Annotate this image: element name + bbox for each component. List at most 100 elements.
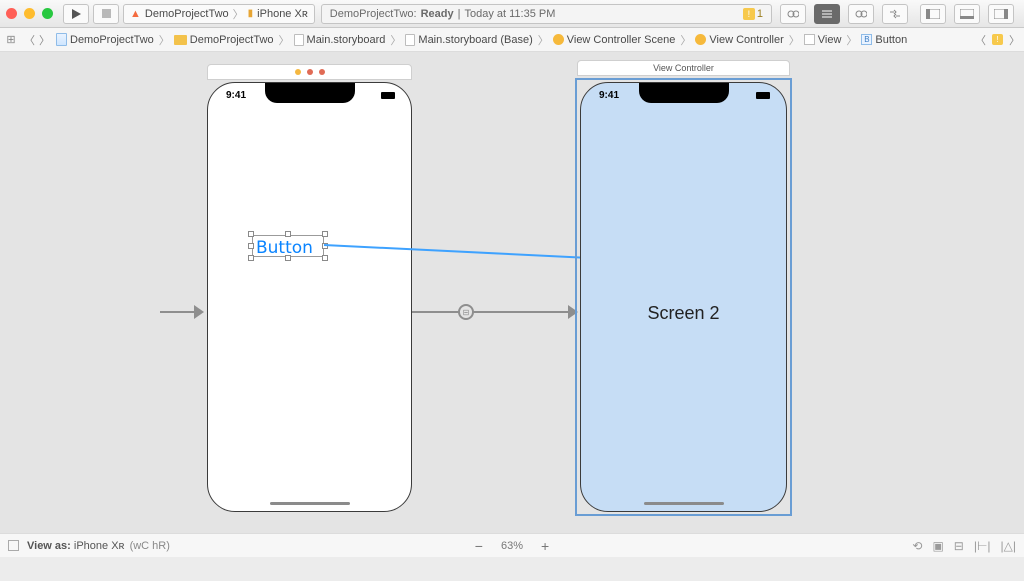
battery-icon: [756, 92, 770, 99]
window-traffic-lights: [6, 8, 53, 19]
embed-icon[interactable]: ▣: [932, 539, 943, 553]
handle-top-mid[interactable]: [285, 231, 291, 237]
handle-top-left[interactable]: [248, 231, 254, 237]
jump-bar: ⊞ 〈 〉 DemoProjectTwo〉 DemoProjectTwo〉 Ma…: [0, 28, 1024, 52]
jump-back-icon[interactable]: 〈: [975, 32, 986, 48]
assistant-icon: [787, 8, 799, 20]
toggle-navigator-button[interactable]: [920, 4, 946, 24]
arrows-icon: [889, 9, 901, 19]
scheme-device-label: iPhone Xʀ: [257, 8, 308, 20]
home-indicator: [270, 502, 350, 505]
pin-icon[interactable]: |⊢|: [974, 539, 991, 553]
close-window-icon[interactable]: [6, 8, 17, 19]
run-button[interactable]: [63, 4, 89, 24]
crumb-label: View Controller: [709, 34, 783, 46]
crumb-storyboard[interactable]: Main.storyboard〉: [294, 32, 404, 48]
status-time: Today at 11:35 PM: [464, 8, 555, 20]
stop-button[interactable]: [93, 4, 119, 24]
ui-label-element[interactable]: Screen 2: [647, 303, 719, 324]
crumb-group[interactable]: DemoProjectTwo〉: [174, 32, 292, 48]
handle-bot-right[interactable]: [322, 255, 328, 261]
crumb-viewcontroller[interactable]: View Controller〉: [695, 32, 801, 48]
toggle-debug-button[interactable]: [954, 4, 980, 24]
update-frames-icon[interactable]: ⟲: [912, 539, 922, 553]
history-forward-icon[interactable]: 〉: [39, 32, 50, 48]
jump-bar-right: 〈 ! 〉: [975, 32, 1020, 48]
history-nav: 〈 〉: [24, 32, 50, 48]
canvas-bottom-bar: View as: iPhone Xʀ (wC hR) − 63% + ⟲ ▣ ⊟…: [0, 533, 1024, 557]
project-icon: ▲: [130, 8, 141, 20]
crumb-label: Main.storyboard: [307, 34, 386, 46]
view-as-traits: (wC hR): [130, 540, 170, 552]
crumb-label: View Controller Scene: [567, 34, 676, 46]
xcode-toolbar: ▲ DemoProjectTwo 〉 ▮ iPhone Xʀ DemoProje…: [0, 0, 1024, 28]
exit-icon: [319, 69, 325, 75]
segue-arrow[interactable]: ⊟: [412, 302, 578, 322]
history-back-icon[interactable]: 〈: [24, 32, 35, 48]
crumb-button[interactable]: BButton: [861, 34, 907, 46]
warning-count: 1: [757, 8, 763, 20]
zoom-controls: − 63% +: [475, 538, 549, 554]
interface-builder-canvas[interactable]: 9:41 Button ⊟ View Controller 9:41 Scr: [0, 52, 1024, 557]
zoom-in-button[interactable]: +: [541, 538, 549, 554]
view-as-device: iPhone Xʀ: [74, 540, 125, 552]
handle-bot-left[interactable]: [248, 255, 254, 261]
view-icon: [804, 34, 815, 45]
view-as-prefix: View as:: [27, 540, 71, 552]
version-editor-button[interactable]: [848, 4, 874, 24]
status-warnings[interactable]: ! 1: [743, 8, 763, 20]
layout-tools: ⟲ ▣ ⊟ |⊢| |△|: [912, 539, 1016, 553]
scene1-title-bar[interactable]: [207, 64, 412, 80]
crumb-label: DemoProjectTwo: [190, 34, 274, 46]
scene2-device-frame[interactable]: 9:41 Screen 2: [580, 82, 787, 512]
toggle-inspector-button[interactable]: [988, 4, 1014, 24]
warning-icon[interactable]: !: [992, 34, 1003, 45]
assistant-editor-button[interactable]: [814, 4, 840, 24]
play-icon: [72, 9, 81, 19]
device-config-icon[interactable]: [8, 540, 19, 551]
file-icon: [405, 34, 415, 46]
initial-vc-arrow[interactable]: [160, 302, 204, 322]
status-sep: |: [458, 8, 461, 20]
warning-icon: !: [743, 8, 755, 20]
segue-kind-icon: ⊟: [458, 304, 474, 320]
review-button[interactable]: [882, 4, 908, 24]
scene1-device-frame[interactable]: 9:41 Button: [207, 82, 412, 512]
crumb-view[interactable]: View〉: [804, 32, 860, 48]
status-project: DemoProjectTwo:: [330, 8, 417, 20]
left-panel-icon: [926, 9, 940, 19]
align-icon[interactable]: ⊟: [954, 539, 964, 553]
minimize-window-icon[interactable]: [24, 8, 35, 19]
right-panel-icon: [994, 9, 1008, 19]
scene2-title-bar[interactable]: View Controller: [577, 60, 790, 76]
crumb-project[interactable]: DemoProjectTwo〉: [56, 32, 172, 48]
crumb-label: Main.storyboard (Base): [418, 34, 532, 46]
statusbar-time: 9:41: [599, 90, 619, 101]
breadcrumb: DemoProjectTwo〉 DemoProjectTwo〉 Main.sto…: [56, 32, 907, 48]
crumb-label: View: [818, 34, 842, 46]
crumb-label: Button: [875, 34, 907, 46]
related-items-icon[interactable]: ⊞: [4, 33, 18, 46]
handle-top-right[interactable]: [322, 231, 328, 237]
panel-visibility-group: [920, 4, 1018, 24]
zoom-window-icon[interactable]: [42, 8, 53, 19]
arrow-line: [160, 311, 196, 313]
editor-mode-group: [780, 4, 912, 24]
arrow-head-icon: [194, 305, 204, 319]
scheme-separator: 〉: [233, 6, 244, 22]
file-icon: [294, 34, 304, 46]
zoom-value[interactable]: 63%: [501, 540, 523, 552]
ui-button-element[interactable]: Button: [256, 238, 313, 258]
zoom-out-button[interactable]: −: [475, 538, 483, 554]
crumb-scene[interactable]: View Controller Scene〉: [553, 32, 694, 48]
jump-forward-icon[interactable]: 〉: [1009, 32, 1020, 48]
handle-mid-left[interactable]: [248, 243, 254, 249]
device-notch: [265, 83, 355, 103]
standard-editor-button[interactable]: [780, 4, 806, 24]
battery-icon: [381, 92, 395, 99]
resolve-icon[interactable]: |△|: [1001, 539, 1016, 553]
scheme-selector[interactable]: ▲ DemoProjectTwo 〉 ▮ iPhone Xʀ: [123, 4, 315, 24]
crumb-storyboard-base[interactable]: Main.storyboard (Base)〉: [405, 32, 550, 48]
statusbar-time: 9:41: [226, 90, 246, 101]
view-as-label[interactable]: View as: iPhone Xʀ (wC hR): [27, 540, 170, 552]
